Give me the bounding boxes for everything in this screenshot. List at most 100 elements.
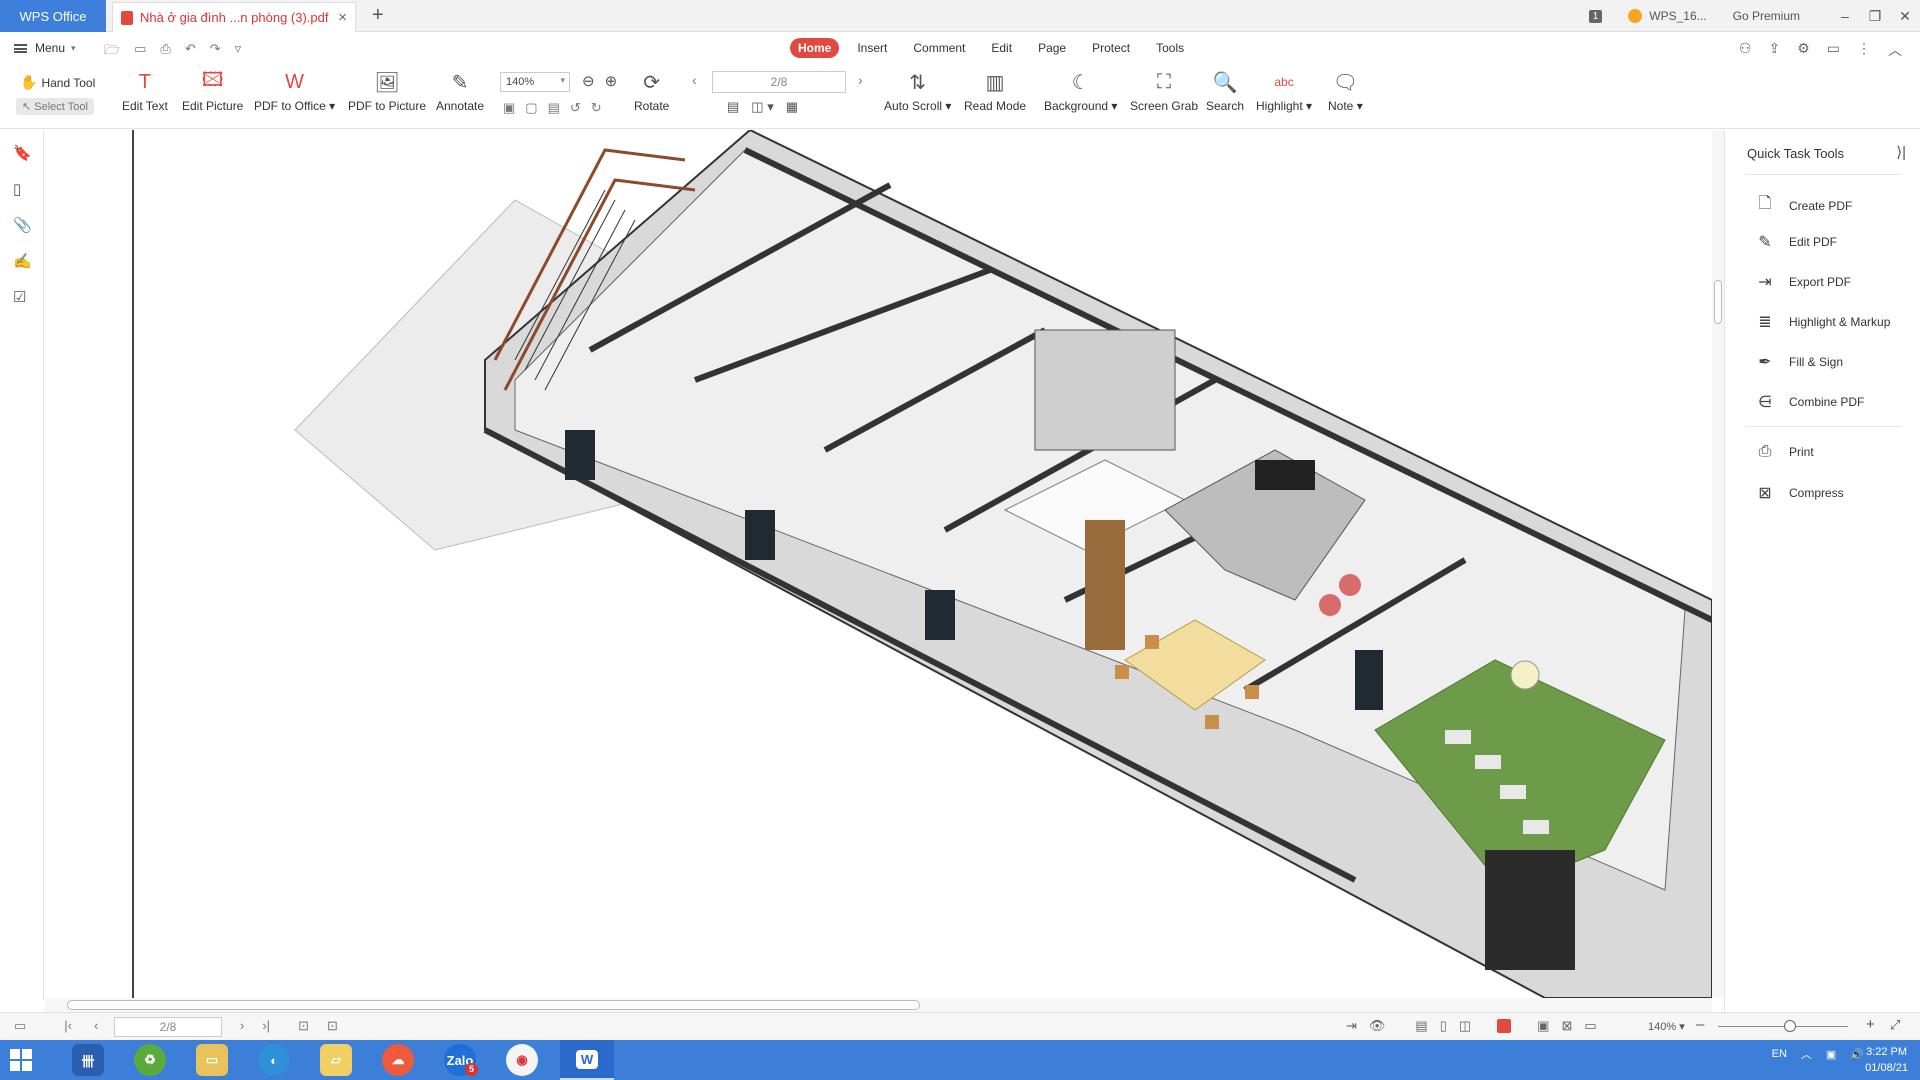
highlight-button[interactable]: abc Highlight ▾: [1256, 69, 1312, 113]
new-tab-button[interactable]: +: [372, 4, 384, 27]
pdf-to-office-button[interactable]: W PDF to Office ▾: [254, 69, 335, 114]
tab-edit[interactable]: Edit: [983, 38, 1020, 58]
zoom-slider-knob[interactable]: [1784, 1020, 1796, 1032]
status-page-input[interactable]: 2/8: [114, 1017, 222, 1037]
print-button[interactable]: ⎙ Print: [1755, 443, 1814, 461]
zoom-in-icon[interactable]: +: [1866, 1016, 1875, 1033]
chrome-icon[interactable]: ◉: [506, 1044, 538, 1076]
wps-office-tab[interactable]: WPS Office: [0, 0, 106, 32]
first-page-icon[interactable]: |‹: [64, 1018, 72, 1034]
vertical-scrollbar[interactable]: [1712, 130, 1724, 998]
fit-page-icon[interactable]: ⊠: [1561, 1018, 1572, 1034]
page-input[interactable]: 2/8: [712, 71, 846, 93]
taskbar-app-icon[interactable]: ◐: [258, 1044, 290, 1076]
last-page-icon[interactable]: ›|: [262, 1018, 270, 1034]
tab-page[interactable]: Page: [1030, 38, 1074, 58]
form-icon[interactable]: ☑: [13, 288, 26, 306]
go-forward-icon[interactable]: ⊡: [327, 1018, 338, 1034]
user-icon[interactable]: ⚇: [1739, 40, 1752, 60]
window-count-badge[interactable]: 1: [1588, 9, 1603, 23]
play-icon[interactable]: [1497, 1019, 1512, 1033]
tab-comment[interactable]: Comment: [905, 38, 973, 58]
read-mode-button[interactable]: ▥ Read Mode: [964, 69, 1026, 114]
compress-button[interactable]: ⊠ Compress: [1755, 483, 1843, 503]
attachment-icon[interactable]: 📎: [13, 216, 32, 234]
hand-tool-button[interactable]: ✋ Hand Tool: [20, 74, 95, 91]
status-zoom[interactable]: 140% ▾: [1648, 1020, 1685, 1033]
zoom-select[interactable]: 140%: [500, 72, 570, 92]
windows-start-icon[interactable]: [10, 1049, 32, 1071]
note-button[interactable]: 🗨 Note ▾: [1328, 69, 1363, 114]
read-icon[interactable]: ⇥: [1346, 1018, 1357, 1034]
actual-size-icon[interactable]: ▣: [1537, 1018, 1549, 1034]
share-icon[interactable]: ⇪: [1768, 40, 1780, 60]
horizontal-scrollbar[interactable]: [45, 998, 1712, 1012]
document-tab[interactable]: Nhà ở gia đình ...n phòng (3).pdf ×: [112, 2, 356, 32]
fit-width-icon[interactable]: ▭: [1584, 1018, 1596, 1034]
single-view-icon[interactable]: ▤: [1415, 1018, 1427, 1034]
page-view-icon[interactable]: ▯: [1440, 1018, 1447, 1034]
fit-width-icon[interactable]: ▤: [548, 100, 560, 116]
gear-icon[interactable]: ⚙: [1797, 40, 1810, 60]
actual-size-icon[interactable]: ▣: [503, 100, 515, 116]
sidebar-toggle-icon[interactable]: ▭: [14, 1018, 26, 1034]
screen-grab-button[interactable]: ⛶ Screen Grab: [1130, 69, 1198, 114]
auto-scroll-button[interactable]: ⇅ Auto Scroll ▾: [884, 69, 951, 114]
customize-icon[interactable]: ▿: [235, 41, 242, 63]
restore-icon[interactable]: ❐: [1860, 8, 1890, 25]
signature-icon[interactable]: ✍: [13, 252, 32, 270]
taskbar-app-icon[interactable]: ♻: [134, 1044, 166, 1076]
zoom-in-icon[interactable]: ⊕: [605, 72, 618, 90]
open-icon[interactable]: 🗁: [104, 41, 120, 63]
edit-pdf-button[interactable]: ✎ Edit PDF: [1755, 232, 1837, 252]
menu-button[interactable]: Menu ▾: [14, 41, 76, 55]
single-page-icon[interactable]: ▤: [727, 99, 739, 115]
close-tab-icon[interactable]: ×: [338, 9, 347, 26]
tray-expand-icon[interactable]: ︿: [1801, 1046, 1812, 1062]
collapse-ribbon-icon[interactable]: ︿: [1888, 40, 1902, 60]
fill-sign-button[interactable]: ✒ Fill & Sign: [1755, 352, 1843, 372]
bookmark-icon[interactable]: 🔖: [13, 144, 32, 162]
highlight-markup-button[interactable]: ≣ Highlight & Markup: [1755, 312, 1890, 332]
zoom-slider[interactable]: [1718, 1026, 1848, 1027]
previous-page-icon[interactable]: ‹: [692, 72, 697, 88]
combine-pdf-button[interactable]: ⋳ Combine PDF: [1755, 392, 1864, 412]
go-back-icon[interactable]: ⊡: [298, 1018, 309, 1034]
go-premium-button[interactable]: Go Premium: [1733, 9, 1800, 23]
double-view-icon[interactable]: ◫: [1459, 1018, 1471, 1034]
file-explorer-icon[interactable]: ▭: [196, 1044, 228, 1076]
zalo-icon[interactable]: Zalo 5: [444, 1044, 478, 1076]
next-page-icon[interactable]: ›: [858, 72, 863, 88]
tab-protect[interactable]: Protect: [1084, 38, 1138, 58]
annotate-button[interactable]: ✎ Annotate: [436, 69, 484, 114]
redo-icon[interactable]: ↷: [210, 41, 221, 63]
rotate-button[interactable]: ⟳ Rotate: [634, 69, 669, 114]
taskbar-app-icon[interactable]: 卌: [72, 1044, 104, 1076]
close-window-icon[interactable]: ✕: [1890, 8, 1920, 25]
create-pdf-button[interactable]: 🗋 Create PDF: [1755, 192, 1853, 219]
language-indicator[interactable]: EN: [1772, 1048, 1787, 1060]
tab-insert[interactable]: Insert: [849, 38, 895, 58]
fullscreen-icon[interactable]: ⤢: [1890, 1017, 1900, 1033]
eye-icon[interactable]: 👁: [1369, 1018, 1386, 1034]
continuous-icon[interactable]: ▦: [786, 99, 798, 115]
prev-page-icon[interactable]: ‹: [94, 1018, 98, 1034]
clock[interactable]: 3:22 PM 01/08/21: [1865, 1044, 1908, 1076]
export-pdf-button[interactable]: ⇥ Export PDF: [1755, 272, 1851, 292]
minimize-icon[interactable]: –: [1830, 8, 1860, 24]
select-tool-button[interactable]: ↖ Select Tool: [16, 98, 94, 115]
taskbar-app-icon[interactable]: ▱: [320, 1044, 352, 1076]
wps-taskbar-icon[interactable]: W: [560, 1040, 614, 1080]
background-button[interactable]: ☾ Background ▾: [1044, 69, 1117, 114]
network-icon[interactable]: ▣: [1826, 1048, 1836, 1061]
undo-icon[interactable]: ↶: [185, 41, 196, 63]
vertical-scroll-thumb[interactable]: [1714, 280, 1722, 324]
document-page[interactable]: [45, 130, 1712, 998]
zoom-out-icon[interactable]: –: [1696, 1016, 1704, 1033]
collapse-panel-icon[interactable]: ⟩|: [1896, 143, 1906, 161]
rotate-right-icon[interactable]: ↻: [591, 100, 602, 116]
taskbar-app-icon[interactable]: ☁: [382, 1044, 414, 1076]
pdf-to-picture-button[interactable]: 🖼 PDF to Picture: [348, 69, 426, 114]
more-icon[interactable]: ⋮: [1857, 40, 1871, 60]
thumbnails-icon[interactable]: ▯: [13, 180, 21, 198]
